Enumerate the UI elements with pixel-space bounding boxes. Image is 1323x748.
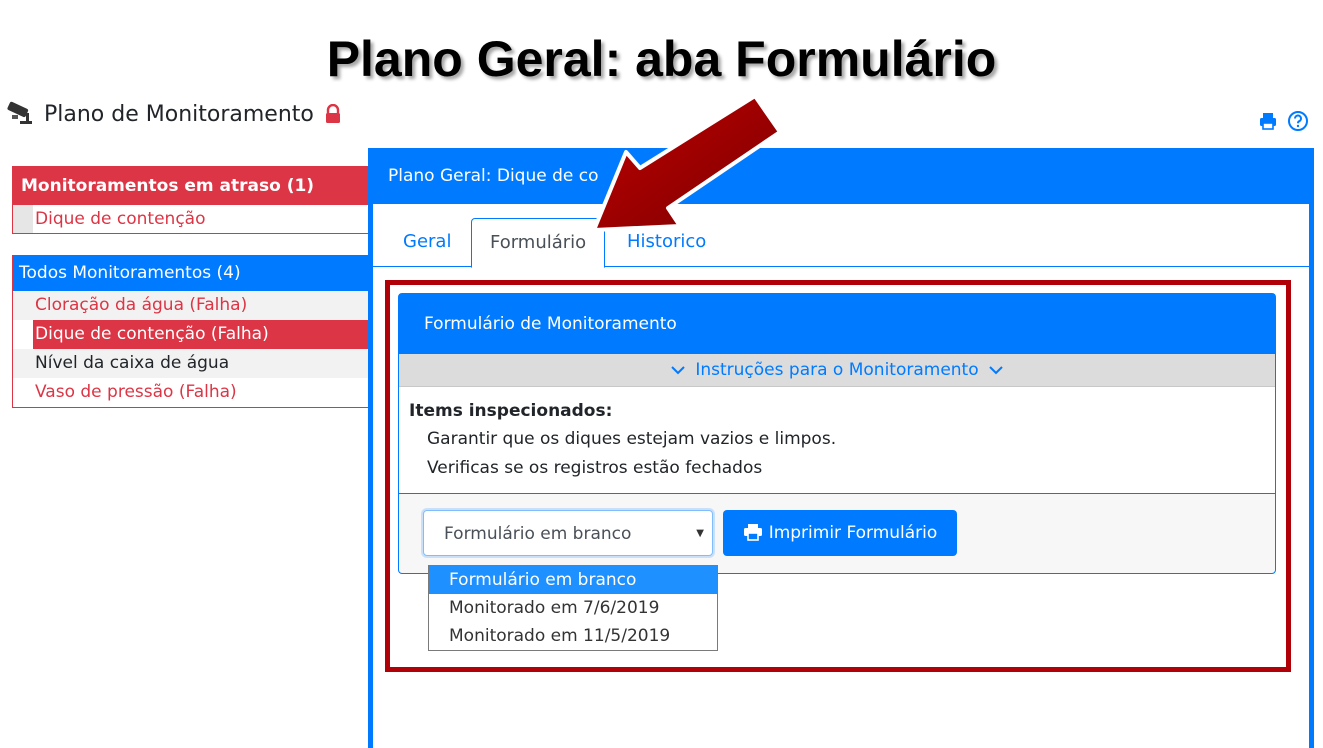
page-title: Plano de Monitoramento xyxy=(44,101,314,127)
inspected-items: Items inspecionados: Garantir que os diq… xyxy=(399,387,1275,494)
tab-bar: Geral Formulário Historico xyxy=(373,204,1309,268)
chevron-down-icon xyxy=(671,366,686,375)
monitoring-item-vaso[interactable]: Vaso de pressão (Falha) xyxy=(13,378,369,407)
form-card-title: Formulário de Monitoramento xyxy=(399,294,1275,354)
monitoring-item-cloracao[interactable]: Cloração da água (Falha) xyxy=(13,291,369,320)
inspected-item: Verificas se os registros estão fechados xyxy=(427,458,763,478)
instructions-label: Instruções para o Monitoramento xyxy=(695,360,979,380)
form-select-value: Formulário em branco xyxy=(444,524,632,544)
annotation-arrow-icon xyxy=(592,94,782,232)
main-panel-body: Geral Formulário Historico Formulário de… xyxy=(373,204,1309,748)
items-title: Items inspecionados: xyxy=(409,401,613,421)
dropdown-option[interactable]: Formulário em branco xyxy=(429,566,717,594)
dropdown-option[interactable]: Monitorado em 11/5/2019 xyxy=(429,622,717,650)
all-monitorings-group: Todos Monitoramentos (4) Cloração da águ… xyxy=(12,255,370,408)
print-form-label: Imprimir Formulário xyxy=(768,523,938,543)
item-marker xyxy=(13,205,33,233)
main-panel: Plano Geral: Dique de co Geral Formulári… xyxy=(368,148,1314,748)
form-select[interactable]: Formulário em branco ▼ xyxy=(423,510,713,556)
monitoring-item-nivel[interactable]: Nível da caixa de água xyxy=(13,349,369,378)
monitoring-item-dique[interactable]: Dique de contenção (Falha) xyxy=(33,320,369,349)
chevron-down-icon xyxy=(988,366,1003,375)
slide-title: Plano Geral: aba Formulário xyxy=(326,31,997,87)
all-monitorings-header: Todos Monitoramentos (4) xyxy=(13,255,369,291)
highlight-frame: Formulário de Monitoramento Instruções p… xyxy=(385,280,1291,672)
monitoring-form-card: Formulário de Monitoramento Instruções p… xyxy=(398,293,1276,574)
print-icon[interactable] xyxy=(1257,110,1279,132)
header-tools xyxy=(1257,110,1309,132)
dropdown-option[interactable]: Monitorado em 7/6/2019 xyxy=(429,594,717,622)
form-select-dropdown: Formulário em branco Monitorado em 7/6/2… xyxy=(428,565,718,651)
tab-geral[interactable]: Geral xyxy=(385,218,469,266)
help-icon[interactable] xyxy=(1287,110,1309,132)
lock-icon xyxy=(325,104,340,123)
app-header: Plano de Monitoramento xyxy=(6,96,342,132)
late-monitorings-group: Monitoramentos em atraso (1) Dique de co… xyxy=(12,166,370,234)
instructions-toggle[interactable]: Instruções para o Monitoramento xyxy=(399,354,1275,387)
late-item-dique[interactable]: Dique de contenção xyxy=(13,205,369,233)
inspected-item: Garantir que os diques estejam vazios e … xyxy=(427,429,837,449)
main-panel-title: Plano Geral: Dique de co xyxy=(388,166,599,186)
caret-down-icon: ▼ xyxy=(696,528,704,539)
late-item-label: Dique de contenção xyxy=(35,209,206,229)
print-icon xyxy=(743,524,762,541)
security-camera-icon xyxy=(7,101,32,124)
print-form-button[interactable]: Imprimir Formulário xyxy=(723,510,957,556)
form-controls: Formulário em branco ▼ Imprimir Formulár… xyxy=(399,494,1275,572)
late-monitorings-header: Monitoramentos em atraso (1) xyxy=(13,167,369,205)
